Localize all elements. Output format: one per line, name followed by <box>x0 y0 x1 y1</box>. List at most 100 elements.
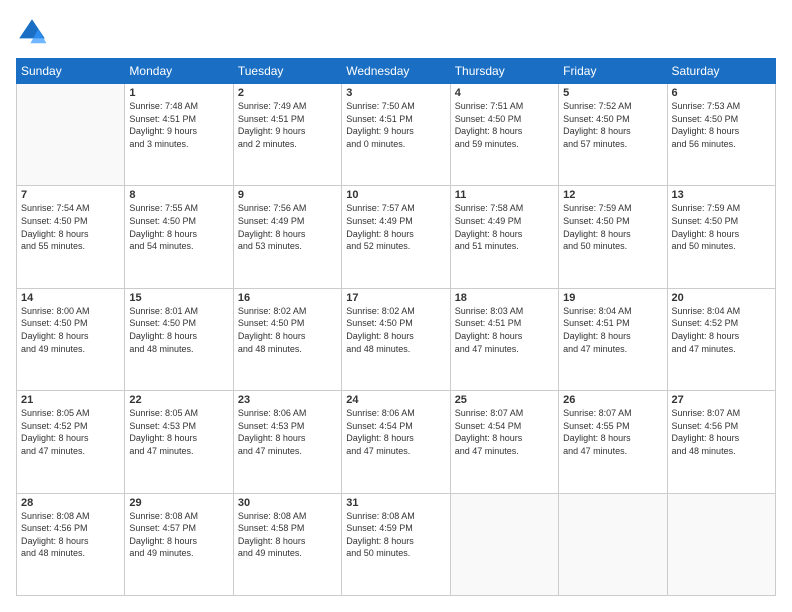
day-number: 15 <box>129 292 228 304</box>
calendar-week-2: 7Sunrise: 7:54 AMSunset: 4:50 PMDaylight… <box>17 186 776 288</box>
calendar-cell: 24Sunrise: 8:06 AMSunset: 4:54 PMDayligh… <box>342 391 450 493</box>
day-info: Sunrise: 8:08 AMSunset: 4:58 PMDaylight:… <box>238 510 337 560</box>
day-info: Sunrise: 8:06 AMSunset: 4:53 PMDaylight:… <box>238 407 337 457</box>
calendar-cell: 15Sunrise: 8:01 AMSunset: 4:50 PMDayligh… <box>125 288 233 390</box>
page: SundayMondayTuesdayWednesdayThursdayFrid… <box>0 0 792 612</box>
day-info: Sunrise: 7:58 AMSunset: 4:49 PMDaylight:… <box>455 202 554 252</box>
day-info: Sunrise: 8:05 AMSunset: 4:53 PMDaylight:… <box>129 407 228 457</box>
calendar-header-tuesday: Tuesday <box>233 59 341 84</box>
day-number: 25 <box>455 394 554 406</box>
logo-icon <box>16 16 48 48</box>
calendar-cell: 4Sunrise: 7:51 AMSunset: 4:50 PMDaylight… <box>450 84 558 186</box>
day-number: 18 <box>455 292 554 304</box>
day-number: 2 <box>238 87 337 99</box>
calendar-cell <box>667 493 775 595</box>
calendar-cell: 18Sunrise: 8:03 AMSunset: 4:51 PMDayligh… <box>450 288 558 390</box>
calendar-cell: 7Sunrise: 7:54 AMSunset: 4:50 PMDaylight… <box>17 186 125 288</box>
day-number: 14 <box>21 292 120 304</box>
calendar-cell <box>450 493 558 595</box>
day-number: 16 <box>238 292 337 304</box>
day-info: Sunrise: 7:49 AMSunset: 4:51 PMDaylight:… <box>238 100 337 150</box>
day-info: Sunrise: 8:02 AMSunset: 4:50 PMDaylight:… <box>346 305 445 355</box>
calendar-week-4: 21Sunrise: 8:05 AMSunset: 4:52 PMDayligh… <box>17 391 776 493</box>
calendar-header-sunday: Sunday <box>17 59 125 84</box>
day-info: Sunrise: 8:00 AMSunset: 4:50 PMDaylight:… <box>21 305 120 355</box>
day-number: 9 <box>238 189 337 201</box>
day-info: Sunrise: 8:02 AMSunset: 4:50 PMDaylight:… <box>238 305 337 355</box>
calendar-cell: 21Sunrise: 8:05 AMSunset: 4:52 PMDayligh… <box>17 391 125 493</box>
calendar-cell: 28Sunrise: 8:08 AMSunset: 4:56 PMDayligh… <box>17 493 125 595</box>
calendar-cell: 23Sunrise: 8:06 AMSunset: 4:53 PMDayligh… <box>233 391 341 493</box>
calendar-cell: 3Sunrise: 7:50 AMSunset: 4:51 PMDaylight… <box>342 84 450 186</box>
day-number: 19 <box>563 292 662 304</box>
day-info: Sunrise: 8:01 AMSunset: 4:50 PMDaylight:… <box>129 305 228 355</box>
calendar-cell: 20Sunrise: 8:04 AMSunset: 4:52 PMDayligh… <box>667 288 775 390</box>
calendar-cell: 25Sunrise: 8:07 AMSunset: 4:54 PMDayligh… <box>450 391 558 493</box>
day-number: 6 <box>672 87 771 99</box>
logo <box>16 16 50 48</box>
day-info: Sunrise: 8:08 AMSunset: 4:57 PMDaylight:… <box>129 510 228 560</box>
day-info: Sunrise: 8:04 AMSunset: 4:51 PMDaylight:… <box>563 305 662 355</box>
calendar-cell: 31Sunrise: 8:08 AMSunset: 4:59 PMDayligh… <box>342 493 450 595</box>
day-info: Sunrise: 7:59 AMSunset: 4:50 PMDaylight:… <box>672 202 771 252</box>
day-number: 7 <box>21 189 120 201</box>
day-number: 29 <box>129 497 228 509</box>
day-info: Sunrise: 7:48 AMSunset: 4:51 PMDaylight:… <box>129 100 228 150</box>
calendar-cell: 17Sunrise: 8:02 AMSunset: 4:50 PMDayligh… <box>342 288 450 390</box>
day-info: Sunrise: 7:57 AMSunset: 4:49 PMDaylight:… <box>346 202 445 252</box>
day-number: 4 <box>455 87 554 99</box>
day-number: 8 <box>129 189 228 201</box>
calendar-cell: 14Sunrise: 8:00 AMSunset: 4:50 PMDayligh… <box>17 288 125 390</box>
day-info: Sunrise: 8:08 AMSunset: 4:59 PMDaylight:… <box>346 510 445 560</box>
day-number: 23 <box>238 394 337 406</box>
day-info: Sunrise: 8:04 AMSunset: 4:52 PMDaylight:… <box>672 305 771 355</box>
day-info: Sunrise: 8:05 AMSunset: 4:52 PMDaylight:… <box>21 407 120 457</box>
day-number: 20 <box>672 292 771 304</box>
day-number: 22 <box>129 394 228 406</box>
day-info: Sunrise: 7:55 AMSunset: 4:50 PMDaylight:… <box>129 202 228 252</box>
day-number: 21 <box>21 394 120 406</box>
day-info: Sunrise: 7:52 AMSunset: 4:50 PMDaylight:… <box>563 100 662 150</box>
day-info: Sunrise: 7:59 AMSunset: 4:50 PMDaylight:… <box>563 202 662 252</box>
day-number: 26 <box>563 394 662 406</box>
calendar-cell: 5Sunrise: 7:52 AMSunset: 4:50 PMDaylight… <box>559 84 667 186</box>
calendar-cell: 13Sunrise: 7:59 AMSunset: 4:50 PMDayligh… <box>667 186 775 288</box>
calendar-cell: 2Sunrise: 7:49 AMSunset: 4:51 PMDaylight… <box>233 84 341 186</box>
day-info: Sunrise: 7:51 AMSunset: 4:50 PMDaylight:… <box>455 100 554 150</box>
calendar-week-3: 14Sunrise: 8:00 AMSunset: 4:50 PMDayligh… <box>17 288 776 390</box>
calendar-cell: 27Sunrise: 8:07 AMSunset: 4:56 PMDayligh… <box>667 391 775 493</box>
calendar-cell: 1Sunrise: 7:48 AMSunset: 4:51 PMDaylight… <box>125 84 233 186</box>
calendar-cell: 29Sunrise: 8:08 AMSunset: 4:57 PMDayligh… <box>125 493 233 595</box>
calendar-cell: 22Sunrise: 8:05 AMSunset: 4:53 PMDayligh… <box>125 391 233 493</box>
day-info: Sunrise: 8:07 AMSunset: 4:55 PMDaylight:… <box>563 407 662 457</box>
calendar-cell: 12Sunrise: 7:59 AMSunset: 4:50 PMDayligh… <box>559 186 667 288</box>
calendar-cell: 9Sunrise: 7:56 AMSunset: 4:49 PMDaylight… <box>233 186 341 288</box>
day-number: 31 <box>346 497 445 509</box>
calendar-cell: 6Sunrise: 7:53 AMSunset: 4:50 PMDaylight… <box>667 84 775 186</box>
calendar-table: SundayMondayTuesdayWednesdayThursdayFrid… <box>16 58 776 596</box>
calendar-cell: 10Sunrise: 7:57 AMSunset: 4:49 PMDayligh… <box>342 186 450 288</box>
calendar-cell: 8Sunrise: 7:55 AMSunset: 4:50 PMDaylight… <box>125 186 233 288</box>
calendar-cell: 11Sunrise: 7:58 AMSunset: 4:49 PMDayligh… <box>450 186 558 288</box>
calendar-cell <box>17 84 125 186</box>
day-number: 17 <box>346 292 445 304</box>
calendar-cell: 16Sunrise: 8:02 AMSunset: 4:50 PMDayligh… <box>233 288 341 390</box>
calendar-cell: 19Sunrise: 8:04 AMSunset: 4:51 PMDayligh… <box>559 288 667 390</box>
calendar-cell: 30Sunrise: 8:08 AMSunset: 4:58 PMDayligh… <box>233 493 341 595</box>
calendar-cell: 26Sunrise: 8:07 AMSunset: 4:55 PMDayligh… <box>559 391 667 493</box>
day-info: Sunrise: 8:08 AMSunset: 4:56 PMDaylight:… <box>21 510 120 560</box>
day-info: Sunrise: 8:07 AMSunset: 4:54 PMDaylight:… <box>455 407 554 457</box>
calendar-header-wednesday: Wednesday <box>342 59 450 84</box>
calendar-header-friday: Friday <box>559 59 667 84</box>
day-number: 12 <box>563 189 662 201</box>
day-info: Sunrise: 8:06 AMSunset: 4:54 PMDaylight:… <box>346 407 445 457</box>
day-info: Sunrise: 7:54 AMSunset: 4:50 PMDaylight:… <box>21 202 120 252</box>
calendar-week-5: 28Sunrise: 8:08 AMSunset: 4:56 PMDayligh… <box>17 493 776 595</box>
header <box>16 16 776 48</box>
calendar-cell <box>559 493 667 595</box>
day-number: 11 <box>455 189 554 201</box>
day-info: Sunrise: 7:56 AMSunset: 4:49 PMDaylight:… <box>238 202 337 252</box>
day-number: 5 <box>563 87 662 99</box>
day-info: Sunrise: 7:53 AMSunset: 4:50 PMDaylight:… <box>672 100 771 150</box>
calendar-header-row: SundayMondayTuesdayWednesdayThursdayFrid… <box>17 59 776 84</box>
